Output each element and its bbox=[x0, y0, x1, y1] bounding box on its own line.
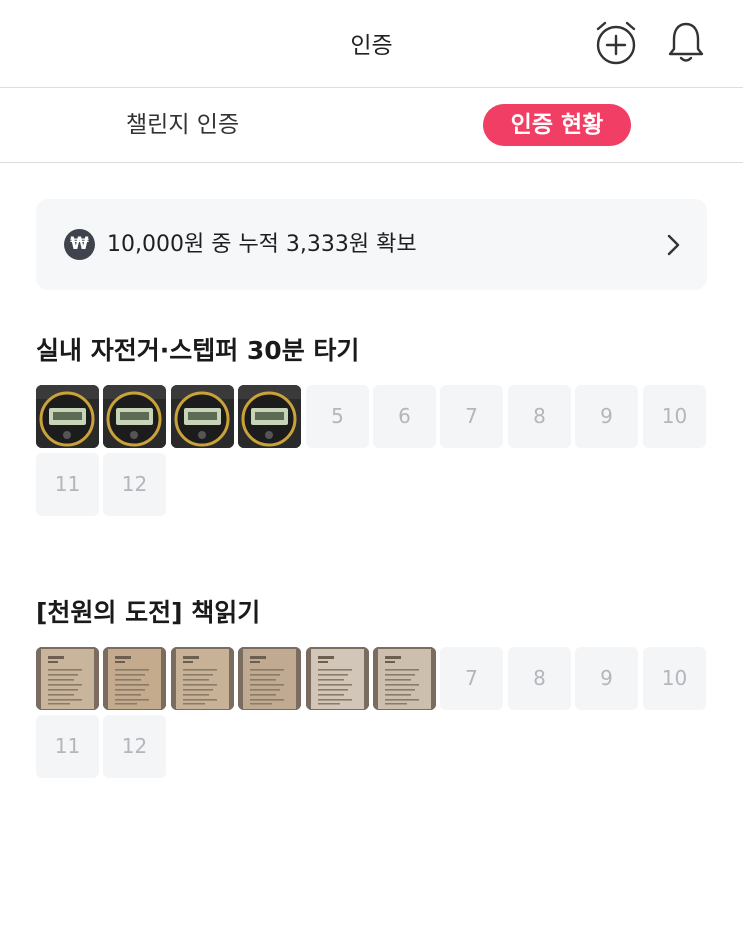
verification-photo-thumbnail[interactable] bbox=[36, 647, 99, 710]
verification-slot-empty[interactable]: 5 bbox=[306, 385, 369, 448]
bell-icon[interactable] bbox=[662, 18, 710, 66]
verification-photo-thumbnail[interactable] bbox=[36, 385, 99, 448]
verification-slot-empty[interactable]: 11 bbox=[36, 453, 99, 516]
verification-slot-empty[interactable]: 10 bbox=[643, 385, 706, 448]
reward-summary-card[interactable]: ₩ 10,000원 중 누적 3,333원 확보 bbox=[36, 199, 707, 290]
verification-slot-empty[interactable]: 7 bbox=[440, 647, 503, 710]
verification-slot-empty[interactable]: 7 bbox=[440, 385, 503, 448]
verification-photo-thumbnail[interactable] bbox=[171, 385, 234, 448]
challenge-title: 실내 자전거·스텝퍼 30분 타기 bbox=[36, 336, 360, 365]
verification-slot-empty[interactable]: 8 bbox=[508, 385, 571, 448]
won-icon: ₩ bbox=[64, 229, 95, 260]
tab-challenge-verification[interactable]: 챌린지 인증 bbox=[126, 104, 239, 146]
tab-verification-status[interactable]: 인증 현황 bbox=[483, 104, 631, 146]
verification-slot-empty[interactable]: 12 bbox=[103, 715, 166, 778]
verification-photo-thumbnail[interactable] bbox=[103, 647, 166, 710]
verification-photo-thumbnail[interactable] bbox=[238, 647, 301, 710]
verification-slot-empty[interactable]: 10 bbox=[643, 647, 706, 710]
chevron-right-icon bbox=[667, 234, 680, 256]
verification-photo-thumbnail[interactable] bbox=[103, 385, 166, 448]
header-bar: 인증 bbox=[0, 0, 743, 88]
verification-photo-thumbnail[interactable] bbox=[171, 647, 234, 710]
challenge-title: [천원의 도전] 책읽기 bbox=[36, 598, 261, 627]
verification-photo-thumbnail[interactable] bbox=[238, 385, 301, 448]
reward-summary-text: 10,000원 중 누적 3,333원 확보 bbox=[107, 232, 417, 257]
verification-slot-empty[interactable]: 8 bbox=[508, 647, 571, 710]
verification-photo-thumbnail[interactable] bbox=[373, 647, 436, 710]
verification-slot-empty[interactable]: 11 bbox=[36, 715, 99, 778]
verification-slot-empty[interactable]: 9 bbox=[575, 385, 638, 448]
alarm-add-icon[interactable] bbox=[592, 18, 640, 66]
verification-slot-empty[interactable]: 9 bbox=[575, 647, 638, 710]
verification-slot-empty[interactable]: 6 bbox=[373, 385, 436, 448]
verification-photo-thumbnail[interactable] bbox=[306, 647, 369, 710]
tab-bar: 챌린지 인증 인증 현황 bbox=[0, 88, 743, 163]
verification-slot-empty[interactable]: 12 bbox=[103, 453, 166, 516]
